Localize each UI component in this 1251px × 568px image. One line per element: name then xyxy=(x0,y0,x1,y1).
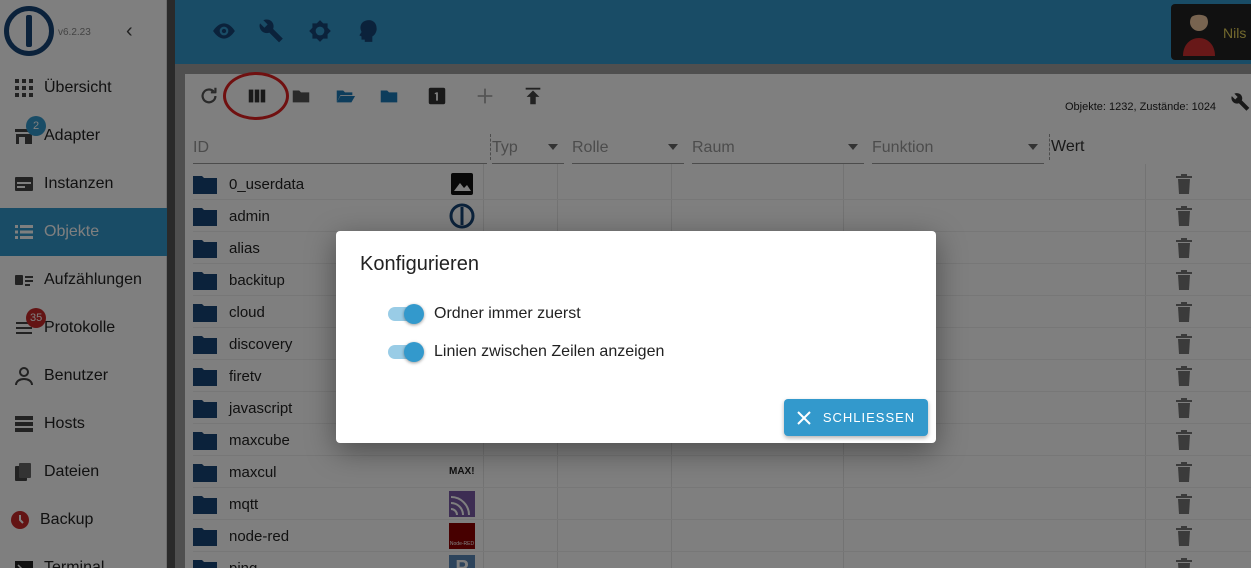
row-lines-toggle[interactable] xyxy=(388,342,424,362)
option-folders-first[interactable]: Ordner immer zuerst xyxy=(388,302,581,326)
folders-first-toggle[interactable] xyxy=(388,304,424,324)
option-row-lines[interactable]: Linien zwischen Zeilen anzeigen xyxy=(388,340,664,364)
close-button[interactable]: SCHLIESSEN xyxy=(784,399,928,436)
close-icon xyxy=(797,410,811,425)
close-button-label: SCHLIESSEN xyxy=(822,410,916,425)
option-label: Ordner immer zuerst xyxy=(434,305,581,322)
option-label: Linien zwischen Zeilen anzeigen xyxy=(434,343,665,360)
dialog-title: Konfigurieren xyxy=(360,253,479,275)
configure-dialog: Konfigurieren Ordner immer zuerst Linien… xyxy=(336,231,936,443)
